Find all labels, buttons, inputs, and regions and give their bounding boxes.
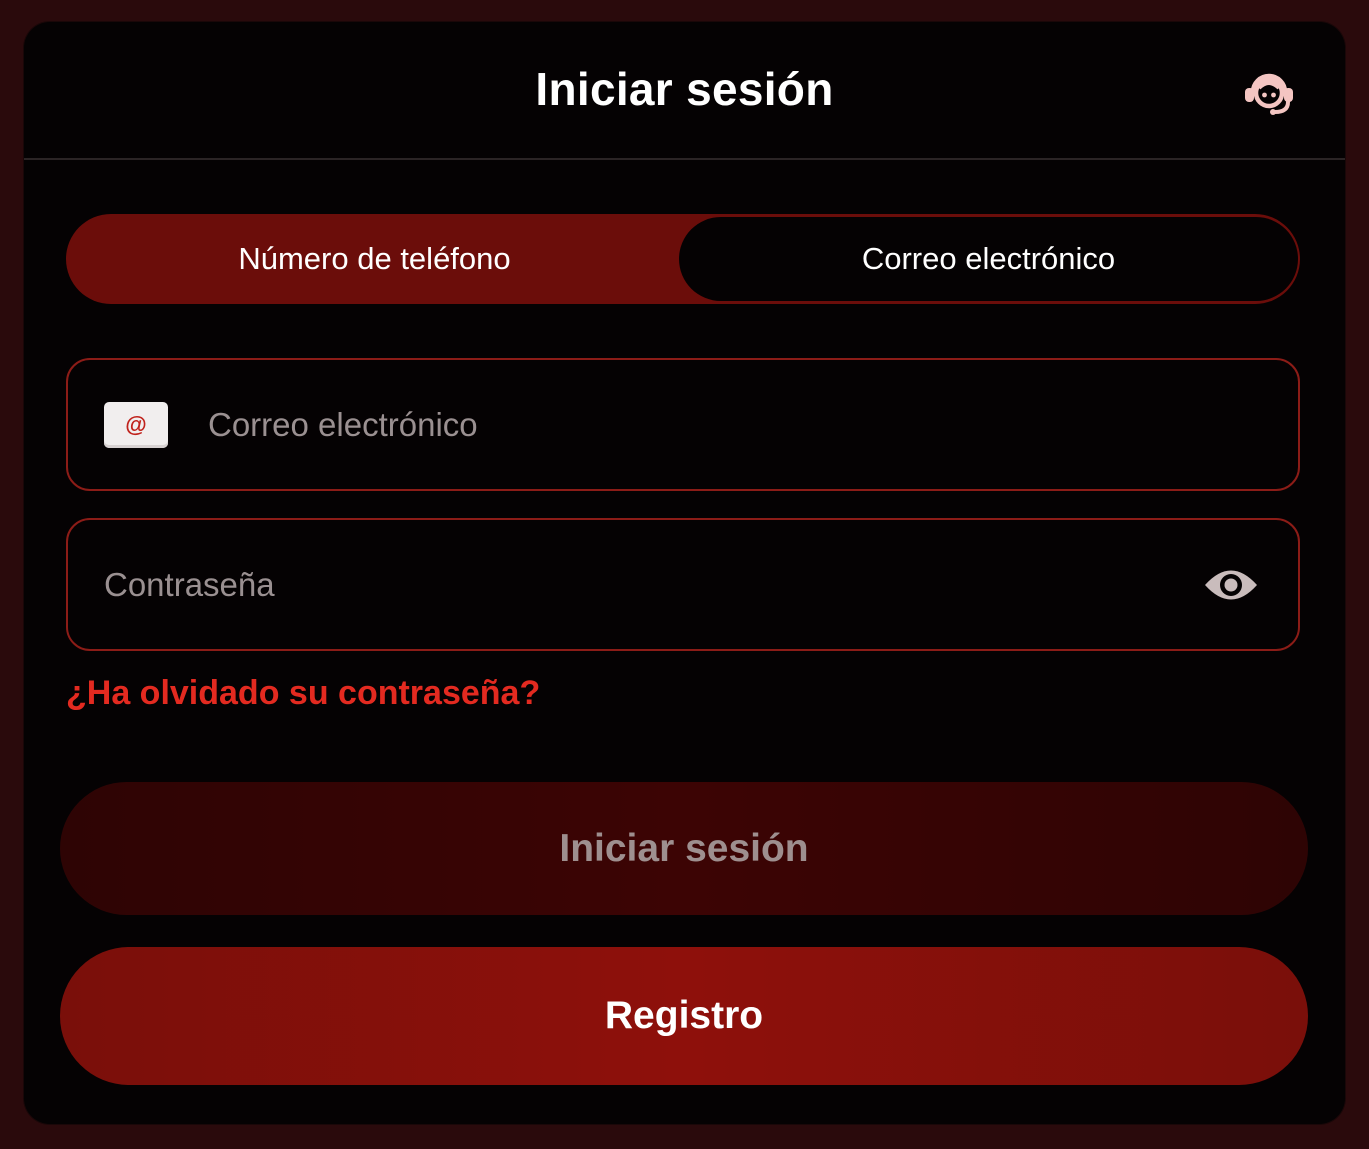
eye-icon[interactable]	[1202, 562, 1260, 608]
dialog-header: Iniciar sesión	[24, 22, 1345, 160]
dialog-title: Iniciar sesión	[535, 63, 834, 115]
forgot-password-link[interactable]: ¿Ha olvidado su contraseña?	[66, 674, 540, 713]
login-method-tabs: Número de teléfono Correo electrónico	[66, 214, 1300, 304]
headset-support-icon[interactable]	[1239, 60, 1299, 120]
register-button[interactable]: Registro	[60, 947, 1308, 1085]
email-field-container: @	[66, 358, 1300, 491]
tab-email[interactable]: Correo electrónico	[679, 217, 1298, 301]
register-button-label: Registro	[604, 994, 764, 1037]
envelope-at-icon: @	[104, 402, 168, 448]
tab-email-label: Correo electrónico	[861, 241, 1116, 276]
login-button[interactable]: Iniciar sesión	[60, 782, 1308, 915]
login-button-label: Iniciar sesión	[559, 826, 809, 870]
envelope-at-glyph: @	[125, 412, 147, 437]
password-input[interactable]	[104, 520, 1184, 649]
tab-phone-label: Número de teléfono	[238, 241, 511, 276]
tab-phone-number[interactable]: Número de teléfono	[66, 214, 683, 304]
email-input[interactable]	[208, 360, 1268, 489]
password-field-container	[66, 518, 1300, 651]
login-dialog: Iniciar sesión Número de teléfono Correo…	[24, 22, 1345, 1124]
